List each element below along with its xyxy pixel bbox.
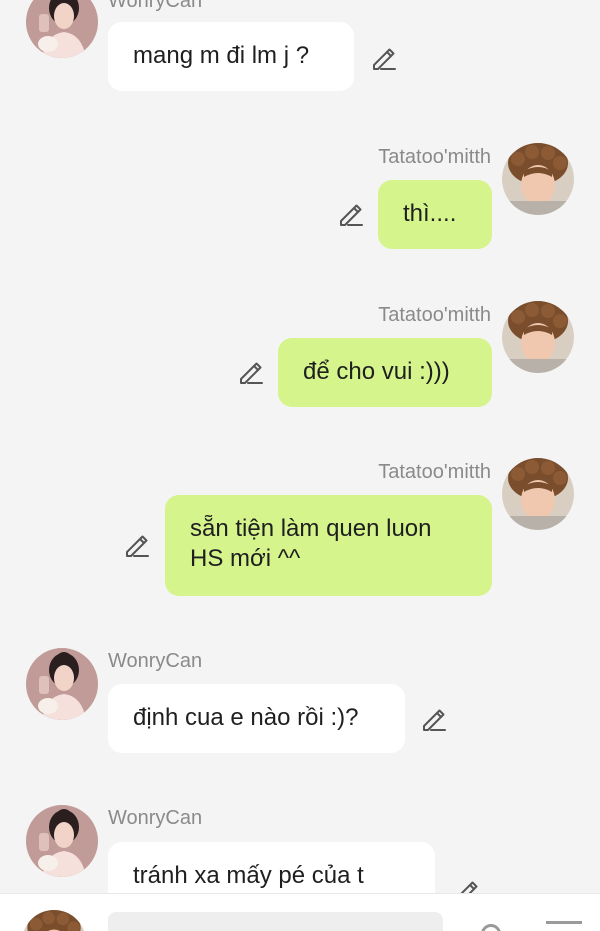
message-bubble[interactable]: mang m đi lm j ? [108,22,354,91]
message-bubble[interactable]: để cho vui :))) [278,338,492,407]
avatar[interactable] [502,143,574,215]
avatar[interactable] [26,805,98,877]
edit-icon[interactable] [369,44,397,72]
avatar[interactable] [502,458,574,530]
sender-name: Tatatoo'mitth [378,304,491,326]
sender-name: WonryCan [108,0,203,12]
composer-bar [0,893,600,931]
sender-name: Tatatoo'mitth [378,146,491,168]
sender-name: WonryCan [108,650,203,672]
avatar[interactable] [26,0,98,58]
message-input[interactable] [108,912,443,931]
sender-name: WonryCan [108,807,203,829]
sender-name: Tatatoo'mitth [378,461,491,483]
message-bubble[interactable]: thì.... [378,180,492,249]
message-bubble[interactable]: sẵn tiện làm quen luon HS mới ^^ [165,495,492,596]
avatar[interactable] [502,301,574,373]
edit-icon[interactable] [236,358,264,386]
edit-icon[interactable] [419,705,447,733]
current-user-avatar[interactable] [22,910,86,931]
avatar[interactable] [26,648,98,720]
edit-icon[interactable] [122,531,150,559]
edit-icon[interactable] [336,200,364,228]
message-bubble[interactable]: định cua e nào rồi :)? [108,684,405,753]
